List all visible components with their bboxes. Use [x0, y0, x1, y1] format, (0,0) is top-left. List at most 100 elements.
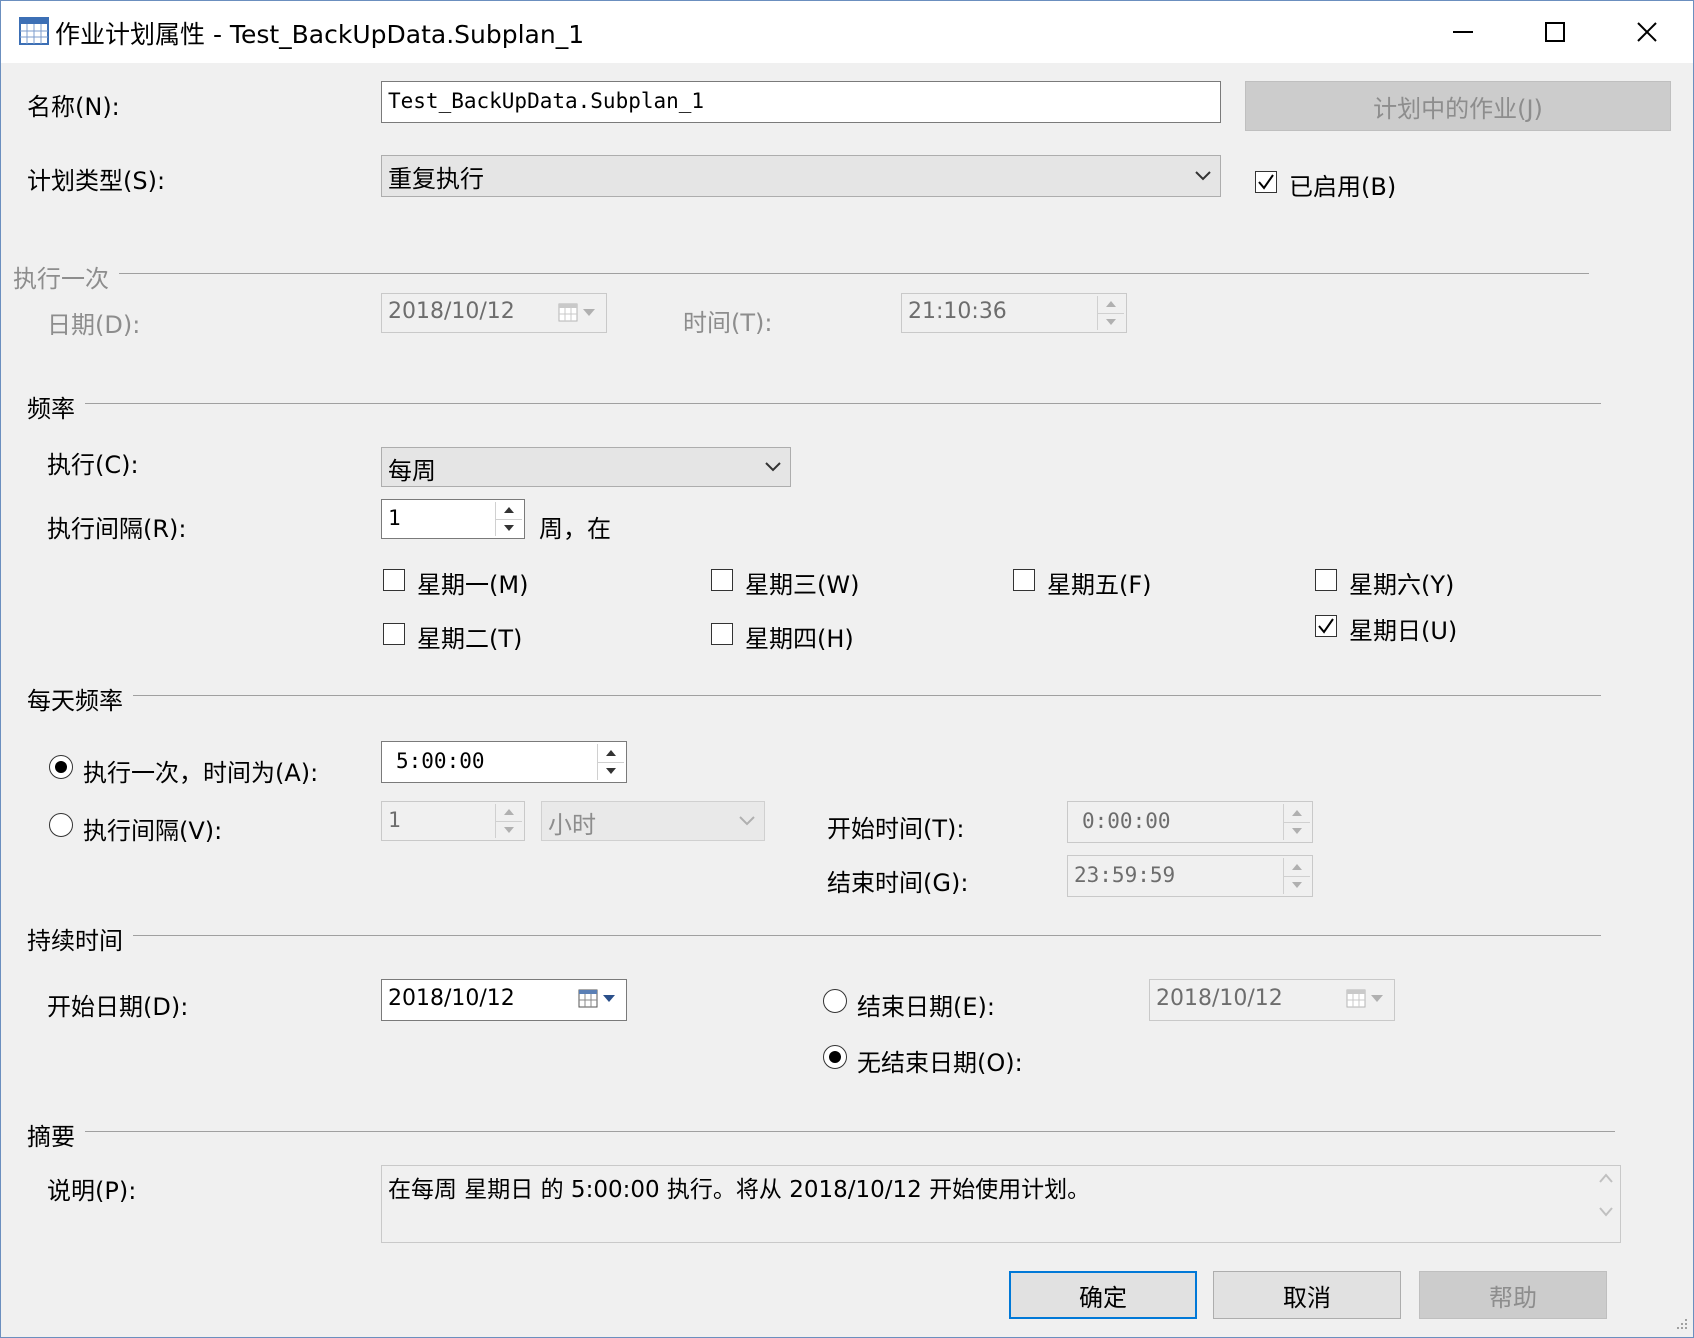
thursday-checkbox[interactable]	[711, 623, 733, 645]
end-date-label: 结束日期(E):	[857, 993, 995, 1021]
occurs-once-label: 执行一次，时间为(A):	[83, 759, 319, 787]
no-end-date-label: 无结束日期(O):	[857, 1049, 1023, 1077]
schedule-type-value: 重复执行	[388, 165, 484, 193]
chevron-down-icon	[765, 462, 781, 472]
sunday-label: 星期日(U)	[1349, 617, 1458, 645]
daily-frequency-divider	[131, 695, 1601, 696]
dialog-window: 作业计划属性 - Test_BackUpData.Subplan_1 名称(N)…	[0, 0, 1694, 1338]
up-arrow-icon	[1106, 301, 1116, 308]
sunday-checkbox[interactable]	[1315, 615, 1337, 637]
one-time-time-label: 时间(T):	[683, 309, 773, 337]
occurs-once-time-value: 5:00:00	[396, 749, 485, 773]
spin-down-button[interactable]	[1284, 821, 1310, 841]
occurs-label: 执行(C):	[47, 451, 139, 479]
calendar-icon	[1346, 989, 1366, 1008]
down-arrow-icon	[1292, 828, 1302, 835]
maximize-button[interactable]	[1509, 1, 1601, 63]
tuesday-checkbox[interactable]	[383, 623, 405, 645]
schedule-type-label: 计划类型(S):	[27, 167, 166, 195]
dropdown-arrow-icon	[1371, 995, 1383, 1002]
minimize-button[interactable]	[1417, 1, 1509, 63]
title-bar: 作业计划属性 - Test_BackUpData.Subplan_1	[1, 1, 1693, 63]
spin-down-button[interactable]	[496, 518, 522, 537]
occurs-every-unit-select[interactable]: 小时	[541, 801, 765, 841]
occurs-once-time-stepper[interactable]: 5:00:00	[381, 741, 627, 783]
start-time-value: 0:00:00	[1082, 809, 1171, 833]
help-button[interactable]: 帮助	[1419, 1271, 1607, 1319]
friday-label: 星期五(F)	[1047, 571, 1152, 599]
saturday-checkbox[interactable]	[1315, 569, 1337, 591]
down-arrow-icon	[1106, 318, 1116, 325]
spin-up-button[interactable]	[598, 744, 624, 762]
name-label: 名称(N):	[27, 93, 120, 121]
duration-section-title: 持续时间	[27, 921, 133, 956]
start-time-stepper[interactable]: 0:00:00	[1067, 801, 1313, 843]
one-time-time-value: 21:10:36	[908, 299, 1007, 324]
ok-button[interactable]: 确定	[1009, 1271, 1197, 1319]
up-arrow-icon	[1292, 809, 1302, 816]
one-time-time-stepper[interactable]: 21:10:36	[901, 293, 1127, 333]
one-time-date-label: 日期(D):	[47, 311, 141, 339]
thursday-label: 星期四(H)	[745, 625, 854, 653]
one-time-date-picker[interactable]: 2018/10/12	[381, 293, 607, 333]
summary-section-title: 摘要	[27, 1117, 85, 1152]
maximize-icon	[1545, 22, 1565, 42]
cancel-button[interactable]: 取消	[1213, 1271, 1401, 1319]
occurs-every-radio[interactable]	[49, 813, 73, 837]
spin-up-button[interactable]	[496, 804, 522, 821]
schedule-type-select[interactable]: 重复执行	[381, 155, 1221, 197]
one-time-date-value: 2018/10/12	[388, 299, 515, 324]
occurs-every-stepper[interactable]: 1	[381, 801, 525, 841]
spin-up-button[interactable]	[1284, 858, 1310, 876]
window-title: 作业计划属性 - Test_BackUpData.Subplan_1	[55, 20, 585, 49]
chevron-down-icon	[739, 816, 755, 826]
frequency-section-title: 频率	[27, 389, 85, 424]
up-arrow-icon	[504, 809, 514, 816]
wednesday-label: 星期三(W)	[745, 571, 860, 599]
monday-label: 星期一(M)	[417, 571, 529, 599]
one-time-section-title: 执行一次	[13, 259, 119, 294]
spin-down-button[interactable]	[1098, 312, 1124, 331]
description-scrollbar[interactable]	[1598, 1172, 1614, 1218]
end-date-radio[interactable]	[823, 989, 847, 1013]
monday-checkbox[interactable]	[383, 569, 405, 591]
spin-up-button[interactable]	[496, 502, 522, 519]
occurs-once-radio[interactable]	[49, 755, 73, 779]
start-date-picker[interactable]: 2018/10/12	[381, 979, 627, 1021]
enabled-checkbox[interactable]	[1255, 171, 1277, 193]
occurs-every-value: 1	[388, 808, 401, 832]
chevron-down-icon	[1195, 171, 1211, 181]
checkmark-icon	[1258, 174, 1274, 190]
close-button[interactable]	[1601, 1, 1693, 63]
friday-checkbox[interactable]	[1013, 569, 1035, 591]
recurs-stepper[interactable]: 1	[381, 499, 525, 539]
spin-down-button[interactable]	[1284, 875, 1310, 895]
wednesday-checkbox[interactable]	[711, 569, 733, 591]
calendar-icon	[578, 989, 598, 1008]
down-arrow-icon	[504, 524, 514, 531]
jobs-in-schedule-button[interactable]: 计划中的作业(J)	[1245, 81, 1671, 131]
scroll-up-icon	[1599, 1173, 1613, 1183]
start-date-value: 2018/10/12	[388, 986, 515, 1011]
occurs-select[interactable]: 每周	[381, 447, 791, 487]
spin-down-button[interactable]	[496, 820, 522, 839]
resize-grip-icon[interactable]	[1671, 1315, 1689, 1333]
description-textarea[interactable]: 在每周 星期日 的 5:00:00 执行。将从 2018/10/12 开始使用计…	[381, 1165, 1621, 1243]
description-value: 在每周 星期日 的 5:00:00 执行。将从 2018/10/12 开始使用计…	[388, 1177, 1091, 1203]
end-time-stepper[interactable]: 23:59:59	[1067, 855, 1313, 897]
schedule-grid-icon	[19, 17, 49, 45]
description-label: 说明(P):	[47, 1177, 137, 1205]
scroll-down-icon	[1599, 1207, 1613, 1217]
end-date-picker[interactable]: 2018/10/12	[1149, 979, 1395, 1021]
name-input[interactable]: Test_BackUpData.Subplan_1	[381, 81, 1221, 123]
one-time-divider	[111, 273, 1589, 274]
start-date-label: 开始日期(D):	[47, 993, 189, 1021]
spin-up-button[interactable]	[1284, 804, 1310, 822]
up-arrow-icon	[504, 507, 514, 514]
spin-down-button[interactable]	[598, 761, 624, 781]
end-date-value: 2018/10/12	[1156, 986, 1283, 1011]
recurs-value: 1	[388, 506, 401, 530]
frequency-divider	[81, 403, 1601, 404]
spin-up-button[interactable]	[1098, 296, 1124, 313]
no-end-date-radio[interactable]	[823, 1045, 847, 1069]
